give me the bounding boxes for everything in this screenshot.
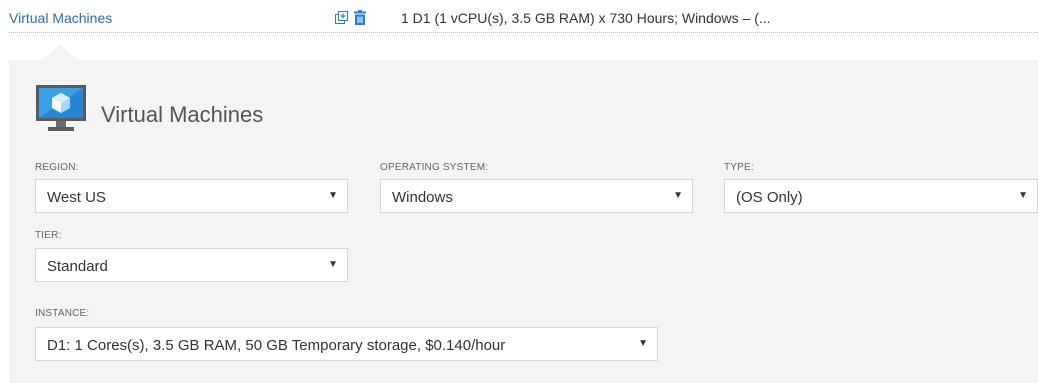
instance-label: INSTANCE: — [35, 308, 90, 319]
tier-select[interactable]: Standard ▼ — [35, 248, 348, 282]
chevron-down-icon: ▼ — [673, 190, 683, 201]
chevron-down-icon: ▼ — [1018, 190, 1028, 201]
panel-title: Virtual Machines — [101, 102, 264, 127]
region-select[interactable]: West US ▼ — [35, 179, 348, 213]
chevron-down-icon: ▼ — [638, 338, 648, 349]
os-value: Windows — [392, 189, 453, 206]
tier-label: TIER: — [35, 230, 62, 241]
panel-pointer — [44, 44, 76, 60]
virtual-machine-monitor-icon — [36, 85, 86, 131]
instance-select[interactable]: D1: 1 Cores(s), 3.5 GB RAM, 50 GB Tempor… — [35, 327, 658, 361]
trash-icon[interactable] — [354, 10, 366, 25]
region-label: REGION: — [35, 162, 79, 173]
tier-value: Standard — [47, 258, 108, 275]
os-label: OPERATING SYSTEM: — [380, 162, 489, 173]
os-select[interactable]: Windows ▼ — [380, 179, 693, 213]
type-value: (OS Only) — [736, 189, 803, 206]
chevron-down-icon: ▼ — [328, 259, 338, 270]
row-divider — [9, 32, 1038, 33]
estimate-summary: 1 D1 (1 vCPU(s), 3.5 GB RAM) x 730 Hours… — [401, 10, 771, 26]
type-select[interactable]: (OS Only) ▼ — [724, 179, 1038, 213]
instance-value: D1: 1 Cores(s), 3.5 GB RAM, 50 GB Tempor… — [47, 337, 506, 354]
chevron-down-icon: ▼ — [328, 190, 338, 201]
type-label: TYPE: — [724, 162, 754, 173]
service-row: Virtual Machines 1 D1 (1 vCPU(s), 3.5 GB… — [0, 0, 1038, 36]
clone-icon[interactable] — [335, 11, 348, 24]
region-value: West US — [47, 189, 106, 206]
service-link-virtual-machines[interactable]: Virtual Machines — [9, 10, 112, 26]
